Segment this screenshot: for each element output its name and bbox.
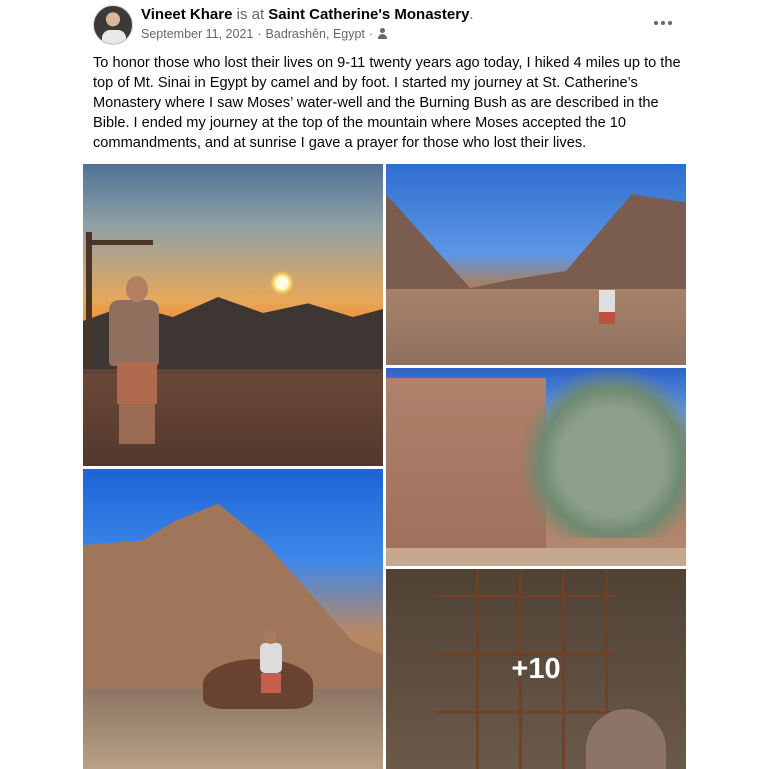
wooden-post	[86, 232, 92, 362]
is-at-label: is at	[236, 6, 265, 23]
avatar[interactable]	[93, 5, 133, 45]
post-header: Vineet Khare is at Saint Catherine's Mon…	[93, 3, 685, 47]
post-date[interactable]: September 11, 2021	[141, 27, 253, 41]
person-shorts	[117, 362, 157, 404]
more-options-icon	[654, 21, 658, 25]
person-head	[126, 276, 148, 302]
man-shorts	[261, 673, 281, 693]
wooden-beam	[86, 240, 153, 245]
sunrise-photo[interactable]	[83, 164, 383, 466]
sun	[270, 271, 294, 295]
post-meta: September 11, 2021 · Badrashên, Egypt ·	[141, 27, 389, 41]
more-options-button[interactable]	[649, 11, 677, 35]
post-location[interactable]: Badrashên, Egypt	[266, 27, 365, 41]
hiker-torso	[599, 290, 615, 312]
hiker-shorts	[599, 312, 615, 324]
person-legs	[119, 404, 155, 444]
boulder	[203, 659, 313, 709]
person-torso	[109, 300, 159, 366]
dot	[668, 21, 672, 25]
place-name[interactable]: Saint Catherine's Monastery	[268, 6, 469, 23]
friends-icon[interactable]	[377, 28, 389, 40]
scaffold-photo[interactable]: +10	[386, 569, 686, 769]
olive-tree	[521, 368, 686, 538]
post-title-line: Vineet Khare is at Saint Catherine's Mon…	[141, 6, 474, 23]
courtyard	[386, 548, 686, 566]
man-head	[264, 629, 277, 644]
valley-photo[interactable]	[386, 164, 686, 365]
meta-separator: ·	[257, 27, 262, 41]
more-photos-overlay[interactable]: +10	[386, 569, 686, 769]
monastery-photo[interactable]	[386, 368, 686, 566]
meta-separator-2: ·	[368, 27, 374, 41]
post-text: To honor those who lost their lives on 9…	[93, 55, 681, 151]
author-name[interactable]: Vineet Khare	[141, 6, 232, 23]
dot	[661, 21, 665, 25]
mountain-photo[interactable]	[83, 469, 383, 769]
title-period: .	[469, 6, 474, 23]
rocky-ground	[386, 289, 686, 365]
man-torso	[260, 643, 282, 673]
more-photos-count: +10	[511, 652, 561, 685]
